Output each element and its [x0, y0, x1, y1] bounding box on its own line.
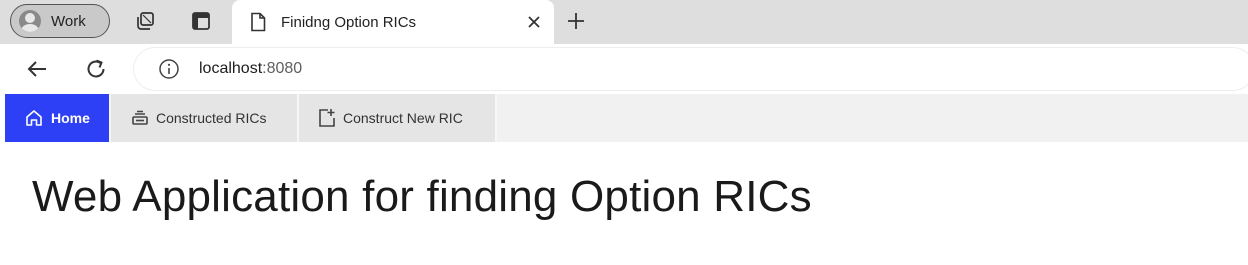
nav-constructed-rics[interactable]: Constructed RICs — [111, 94, 299, 142]
stack-icon — [130, 108, 150, 128]
address-url[interactable]: localhost:8080 — [199, 60, 302, 78]
nav-construct-new-ric[interactable]: Construct New RIC — [299, 94, 497, 142]
app-nav-bar: Home Constructed RICs Construct New RIC — [5, 94, 1248, 142]
home-icon — [24, 108, 44, 128]
site-info-button[interactable] — [158, 58, 180, 80]
reload-icon — [87, 59, 105, 78]
profile-button[interactable]: Work — [10, 4, 110, 38]
avatar — [19, 10, 41, 32]
page-title: Web Application for finding Option RICs — [32, 172, 812, 221]
profile-label: Work — [51, 12, 86, 30]
nav-home[interactable]: Home — [5, 94, 111, 142]
new-tab-button[interactable] — [562, 7, 590, 35]
window-icon — [192, 12, 210, 30]
add-document-icon — [316, 107, 338, 129]
browser-tab-strip: Work Finidng Option RICs — [0, 0, 1248, 44]
address-host: localhost — [199, 60, 263, 77]
reload-button[interactable] — [81, 54, 111, 84]
tab-title: Finidng Option RICs — [281, 13, 417, 31]
close-icon — [528, 16, 540, 28]
browser-toolbar: localhost:8080 — [0, 44, 1248, 94]
nav-home-label: Home — [51, 110, 90, 126]
back-arrow-icon — [27, 61, 46, 77]
close-tab-button[interactable] — [522, 10, 546, 34]
plus-icon — [568, 13, 584, 29]
active-tab[interactable]: Finidng Option RICs — [232, 0, 554, 44]
back-button[interactable] — [22, 54, 52, 84]
address-port: :8080 — [262, 60, 303, 77]
collections-icon — [137, 12, 154, 30]
tab-actions-button[interactable] — [187, 8, 215, 34]
collections-button[interactable] — [131, 8, 159, 34]
nav-constructed-rics-label: Constructed RICs — [156, 110, 267, 126]
address-bar[interactable]: localhost:8080 — [134, 48, 1248, 90]
page-icon — [250, 12, 266, 32]
nav-construct-new-ric-label: Construct New RIC — [343, 110, 463, 126]
info-icon — [159, 59, 179, 79]
